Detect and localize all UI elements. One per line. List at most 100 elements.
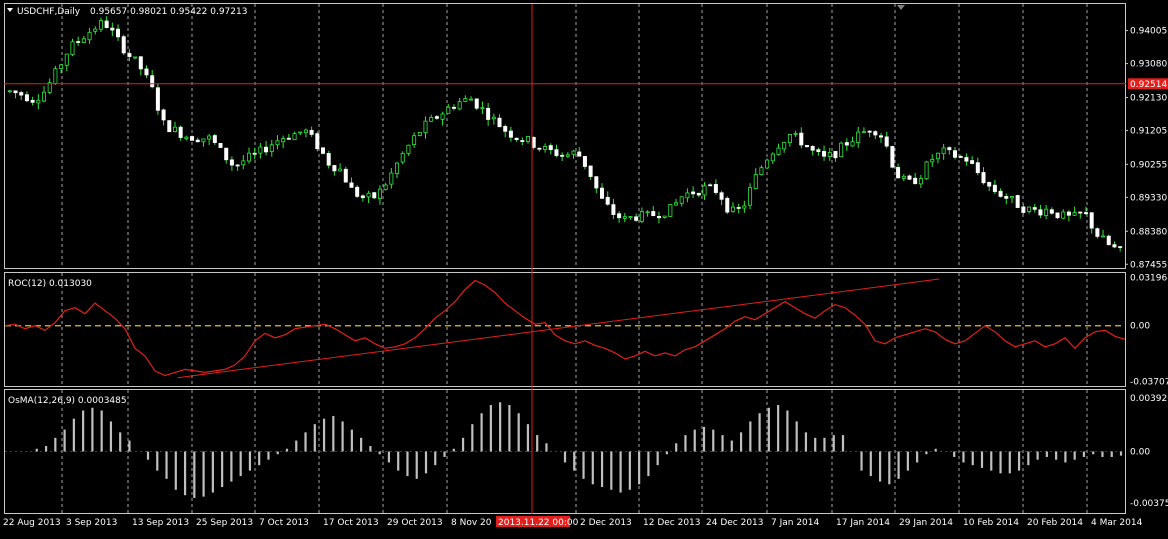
trading-chart-window[interactable]: 0.94005 0.93080 0.92130 0.91205 0.90255 0.893… — [0, 0, 1168, 535]
candle-body — [377, 188, 382, 199]
candle-body — [218, 143, 223, 148]
price-tick-label: 0.93080 — [1130, 60, 1167, 70]
candle-body — [360, 195, 365, 199]
candle-body — [691, 191, 696, 195]
candle-body — [651, 211, 656, 217]
candle-body — [281, 138, 286, 143]
candle-body — [491, 116, 496, 120]
candle-body — [918, 178, 923, 185]
candle-body — [258, 146, 263, 154]
candle-body — [309, 130, 314, 135]
candle-body — [571, 150, 576, 155]
candle-body — [958, 156, 963, 158]
candle-body — [76, 41, 81, 43]
time-tick-label: 20 Feb 2014 — [1027, 518, 1083, 528]
candle-body — [400, 153, 405, 163]
candle-body — [970, 160, 975, 164]
candle-body — [617, 213, 622, 219]
candle-body — [992, 184, 997, 192]
candle-body — [252, 152, 257, 155]
roc-tick-label: -0.037079 — [1130, 378, 1168, 388]
candle-body — [713, 184, 718, 193]
candle-body — [742, 205, 747, 209]
candle-body — [1118, 246, 1123, 249]
candle-body — [207, 135, 212, 140]
candle-body — [941, 147, 946, 155]
time-tick-label: 7 Oct 2013 — [259, 518, 309, 528]
candle-body — [30, 99, 35, 103]
candle-body — [144, 68, 149, 76]
time-tick-label: 10 Feb 2014 — [963, 518, 1019, 528]
candle-body — [81, 38, 86, 43]
candle-body — [406, 144, 411, 154]
candle-body — [195, 139, 200, 143]
candle-body — [543, 146, 548, 150]
candle-body — [810, 146, 815, 151]
candle-body — [844, 142, 849, 146]
candle-body — [890, 146, 895, 168]
candle-body — [212, 135, 217, 143]
candle-body — [827, 152, 832, 157]
candle-body — [1066, 211, 1071, 216]
candle-body — [434, 116, 439, 119]
time-tick-label: 17 Jan 2014 — [836, 518, 890, 528]
candle-body — [110, 27, 115, 31]
roc-indicator-label: ROC(12) 0.013030 — [8, 279, 92, 289]
time-tick-label: 25 Sep 2013 — [196, 518, 253, 528]
candle-body — [560, 154, 565, 157]
time-tick-label: 8 Nov 20 — [451, 518, 492, 528]
time-tick-label: 13 Sep 2013 — [132, 518, 189, 528]
candle-body — [987, 181, 992, 187]
candle-body — [42, 91, 47, 102]
candle-body — [719, 192, 724, 200]
candle-body — [315, 133, 320, 150]
candle-body — [839, 142, 844, 158]
roc-tick-label: 0.00 — [1130, 322, 1150, 332]
candle-body — [776, 147, 781, 155]
candle-body — [326, 153, 331, 166]
candle-body — [799, 132, 804, 146]
candle-body — [702, 185, 707, 196]
candle-body — [150, 75, 155, 88]
chart-canvas[interactable]: 0.94005 0.93080 0.92130 0.91205 0.90255 0.893… — [0, 0, 1168, 535]
time-tick-label: 2 Dec 2013 — [580, 518, 632, 528]
candle-body — [981, 172, 986, 184]
candle-body — [19, 92, 24, 96]
candle-body — [59, 64, 64, 70]
candle-body — [770, 153, 775, 162]
candle-body — [588, 165, 593, 177]
candle-body — [514, 137, 519, 141]
candle-body — [497, 117, 502, 128]
candle-body — [605, 196, 610, 205]
candle-body — [656, 216, 661, 219]
candle-body — [201, 138, 206, 143]
candle-body — [577, 151, 582, 157]
candle-body — [417, 132, 422, 136]
candle-body — [1049, 209, 1054, 214]
candle-body — [565, 154, 570, 157]
candle-body — [70, 41, 75, 56]
candle-body — [98, 20, 103, 30]
candle-body — [241, 160, 246, 166]
osma-tick-label: -0.003759 — [1130, 499, 1168, 509]
candle-body — [1112, 244, 1117, 248]
candle-body — [275, 140, 280, 146]
candle-body — [486, 107, 491, 120]
candle-body — [298, 131, 303, 134]
candle-body — [594, 176, 599, 189]
candle-body — [355, 186, 360, 197]
osma-indicator-label: OsMA(12,26,9) 0.0003485 — [8, 396, 127, 406]
candle-body — [104, 20, 109, 28]
candle-body — [264, 146, 269, 153]
ohlc-values: 0.95657 0.98021 0.95422 0.97213 — [90, 7, 247, 17]
candle-body — [748, 187, 753, 206]
candle-body — [696, 192, 701, 196]
candle-body — [64, 53, 69, 66]
candle-body — [816, 149, 821, 152]
candle-body — [229, 159, 234, 166]
candle-body — [1032, 207, 1037, 210]
candle-body — [622, 216, 627, 219]
candle-body — [1004, 196, 1009, 199]
candle-body — [178, 126, 183, 138]
candle-body — [907, 175, 912, 180]
